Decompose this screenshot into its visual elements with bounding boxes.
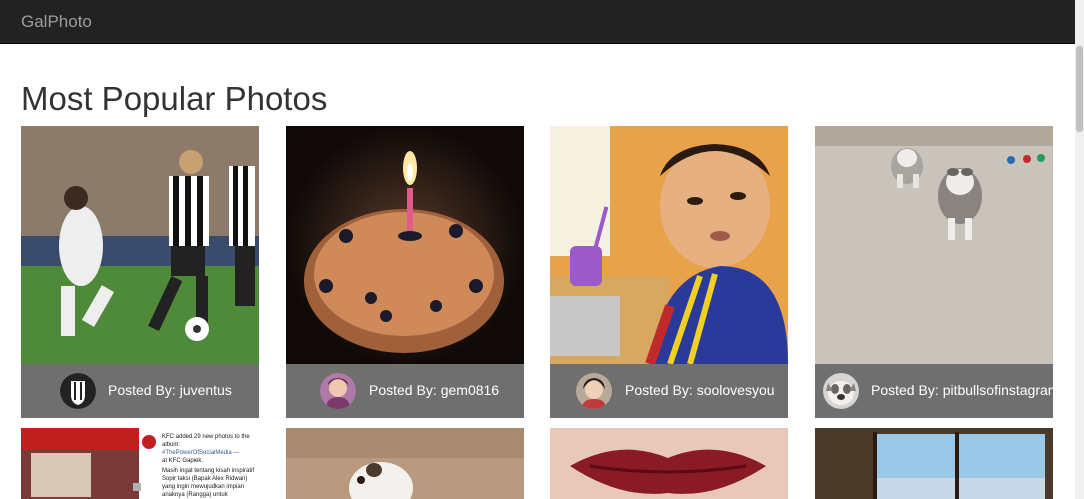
photo-caption: Posted By: pitbullsofinstagram xyxy=(815,364,1059,418)
window-view-photo xyxy=(815,428,1053,499)
photo-caption: Posted By: juventus xyxy=(21,364,259,418)
photo-image-man[interactable] xyxy=(550,126,788,364)
username-link[interactable]: juventus xyxy=(180,382,232,398)
kfc-post-line3: at KFC Gapiek. xyxy=(162,458,204,464)
photo-card[interactable]: Posted By: pitbullsofinstagram xyxy=(815,126,1059,418)
photo-card[interactable]: Posted By: juventus xyxy=(21,126,259,418)
photo-card[interactable] xyxy=(286,428,524,499)
soccer-photo xyxy=(21,126,259,364)
bulldog-puppy-photo xyxy=(286,428,524,499)
scrollbar-thumb[interactable] xyxy=(1076,46,1083,132)
kfc-post-line2: #ThePowerOfSocialMedia — xyxy=(162,450,240,456)
photo-card[interactable] xyxy=(815,428,1053,499)
posted-by-text: Posted By: pitbullsofinstagram xyxy=(871,382,1059,398)
username-link[interactable]: pitbullsofinstagram xyxy=(943,382,1060,398)
kfc-post-text: KFC added 29 new photos to the album: #T… xyxy=(162,433,257,499)
posted-by-label: Posted By: xyxy=(108,382,176,398)
juventus-logo-icon[interactable] xyxy=(60,373,96,409)
photo-image-cake[interactable] xyxy=(286,126,524,364)
kfc-post-body: Masih ingat tentang kisah inspiratif Sop… xyxy=(162,468,255,498)
photo-caption: Posted By: gem0816 xyxy=(286,364,524,418)
photo-image-puppies[interactable] xyxy=(815,126,1053,364)
photo-card[interactable]: Posted By: soolovesyou xyxy=(550,126,788,418)
man-photo xyxy=(550,126,788,364)
page-scrollbar[interactable] xyxy=(1075,0,1084,499)
dog-avatar-icon[interactable] xyxy=(823,373,859,409)
photo-card[interactable]: Posted By: gem0816 xyxy=(286,126,524,418)
posted-by-label: Posted By: xyxy=(625,382,693,398)
posted-by-text: Posted By: soolovesyou xyxy=(625,382,775,398)
page-title: Most Popular Photos xyxy=(21,80,328,117)
brand-link[interactable]: GalPhoto xyxy=(21,12,92,32)
photo-image-soccer[interactable] xyxy=(21,126,259,364)
username-link[interactable]: gem0816 xyxy=(441,382,499,398)
photo-card-kfc-post[interactable]: KFC added 29 new photos to the album: #T… xyxy=(21,428,259,499)
posted-by-text: Posted By: juventus xyxy=(108,382,232,398)
kfc-post-line1: KFC added 29 new photos to the album: xyxy=(162,434,250,448)
puppies-photo xyxy=(815,126,1053,364)
posted-by-text: Posted By: gem0816 xyxy=(369,382,499,398)
lips-photo xyxy=(550,428,788,499)
user-avatar-icon[interactable] xyxy=(320,373,356,409)
username-link[interactable]: soolovesyou xyxy=(697,382,775,398)
cake-photo xyxy=(286,126,524,364)
top-navbar: GalPhoto xyxy=(0,0,1075,44)
photo-caption: Posted By: soolovesyou xyxy=(550,364,788,418)
user-avatar-icon[interactable] xyxy=(576,373,612,409)
posted-by-label: Posted By: xyxy=(871,382,939,398)
posted-by-label: Posted By: xyxy=(369,382,437,398)
photo-card[interactable] xyxy=(550,428,788,499)
